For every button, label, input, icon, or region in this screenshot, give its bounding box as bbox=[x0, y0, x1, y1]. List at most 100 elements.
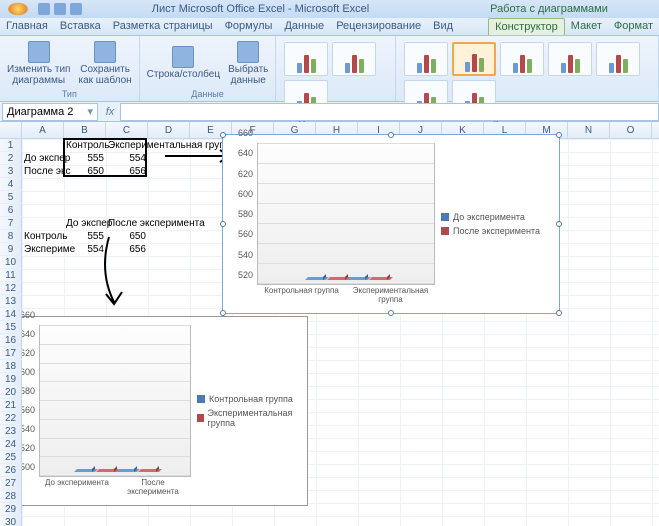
tab-home[interactable]: Главная bbox=[0, 18, 54, 35]
worksheet-grid[interactable]: ABCDEFGHIJKLMNO КонтрольЭкспериментальна… bbox=[0, 122, 659, 526]
switch-row-column-button[interactable]: Строка/столбец bbox=[144, 44, 223, 82]
column-header[interactable]: C bbox=[106, 122, 148, 138]
chevron-down-icon[interactable]: ▾ bbox=[87, 105, 93, 118]
cell[interactable]: Контроль bbox=[22, 230, 64, 243]
tab-data[interactable]: Данные bbox=[278, 18, 330, 35]
switch-rc-label: Строка/столбец bbox=[147, 69, 220, 80]
column-header[interactable]: O bbox=[610, 122, 652, 138]
row-header[interactable]: 1 bbox=[0, 139, 22, 152]
ribbon-group-type: Изменить тип диаграммы Сохранить как шаб… bbox=[0, 36, 140, 101]
row-header[interactable]: 10 bbox=[0, 256, 22, 269]
row-header[interactable]: 23 bbox=[0, 425, 22, 438]
row-header[interactable]: 3 bbox=[0, 165, 22, 178]
select-data-button[interactable]: Выбрать данные bbox=[225, 39, 271, 88]
tab-chart-layout[interactable]: Макет bbox=[565, 18, 608, 35]
cell[interactable]: 650 bbox=[64, 165, 106, 178]
style-option[interactable] bbox=[500, 42, 544, 76]
cell[interactable]: До экспер bbox=[64, 217, 106, 230]
style-option[interactable] bbox=[404, 42, 448, 76]
row-header[interactable]: 8 bbox=[0, 230, 22, 243]
legend-item[interactable]: Контрольная группа bbox=[197, 394, 301, 404]
row-header[interactable]: 20 bbox=[0, 386, 22, 399]
row-header[interactable]: 14 bbox=[0, 308, 22, 321]
column-header[interactable]: D bbox=[148, 122, 190, 138]
row-header[interactable]: 12 bbox=[0, 282, 22, 295]
chart-1-plot[interactable]: 520540560580600620640660Контрольная груп… bbox=[229, 143, 435, 305]
cell[interactable]: После экс bbox=[22, 165, 64, 178]
office-button[interactable] bbox=[8, 3, 28, 16]
style-option[interactable] bbox=[548, 42, 592, 76]
tab-chart-format[interactable]: Формат bbox=[608, 18, 659, 35]
layout-option[interactable] bbox=[332, 42, 376, 76]
row-header[interactable]: 7 bbox=[0, 217, 22, 230]
column-header[interactable]: A bbox=[22, 122, 64, 138]
row-header[interactable]: 18 bbox=[0, 360, 22, 373]
formula-input[interactable] bbox=[120, 103, 659, 121]
qat-undo-icon[interactable] bbox=[54, 3, 66, 15]
switch-rc-icon bbox=[172, 46, 194, 68]
tab-insert[interactable]: Вставка bbox=[54, 18, 107, 35]
tab-page-layout[interactable]: Разметка страницы bbox=[107, 18, 219, 35]
row-header[interactable]: 16 bbox=[0, 334, 22, 347]
cell[interactable]: 656 bbox=[106, 165, 148, 178]
legend-item[interactable]: Экспериментальная группа bbox=[197, 408, 301, 428]
embedded-chart-2[interactable]: 500520540560580600620640660До эксперимен… bbox=[4, 316, 308, 506]
row-header[interactable]: 30 bbox=[0, 516, 22, 526]
change-chart-type-button[interactable]: Изменить тип диаграммы bbox=[4, 39, 73, 88]
cell[interactable]: 650 bbox=[106, 230, 148, 243]
ribbon-group-layouts: Макеты диаграмм bbox=[276, 36, 396, 101]
row-header[interactable]: 4 bbox=[0, 178, 22, 191]
cell[interactable]: Экспериментальная группа bbox=[106, 139, 148, 152]
cell[interactable]: 656 bbox=[106, 243, 148, 256]
name-box[interactable]: Диаграмма 2 ▾ bbox=[2, 103, 98, 121]
row-header[interactable]: 6 bbox=[0, 204, 22, 217]
save-as-template-button[interactable]: Сохранить как шаблон bbox=[75, 39, 134, 88]
tab-chart-design[interactable]: Конструктор bbox=[488, 18, 565, 35]
row-header[interactable]: 21 bbox=[0, 399, 22, 412]
row-header[interactable]: 9 bbox=[0, 243, 22, 256]
tab-view[interactable]: Вид bbox=[427, 18, 459, 35]
cell[interactable]: 554 bbox=[106, 152, 148, 165]
cell[interactable]: 554 bbox=[64, 243, 106, 256]
cell[interactable]: 555 bbox=[64, 230, 106, 243]
row-header[interactable]: 29 bbox=[0, 503, 22, 516]
group-label-data: Данные bbox=[144, 88, 272, 99]
row-header[interactable]: 25 bbox=[0, 451, 22, 464]
row-header[interactable]: 19 bbox=[0, 373, 22, 386]
row-header[interactable]: 26 bbox=[0, 464, 22, 477]
cell[interactable]: До экспер bbox=[22, 152, 64, 165]
row-header[interactable]: 24 bbox=[0, 438, 22, 451]
chart-2-legend[interactable]: Контрольная группа Экспериментальная груп… bbox=[191, 325, 301, 497]
chart-1-legend[interactable]: До эксперимента После эксперимента bbox=[435, 143, 553, 305]
row-header[interactable]: 22 bbox=[0, 412, 22, 425]
cell[interactable]: 555 bbox=[64, 152, 106, 165]
tab-formulas[interactable]: Формулы bbox=[219, 18, 279, 35]
select-all-corner[interactable] bbox=[0, 122, 22, 138]
tab-review[interactable]: Рецензирование bbox=[330, 18, 427, 35]
row-header[interactable]: 28 bbox=[0, 490, 22, 503]
legend-item[interactable]: После эксперимента bbox=[441, 226, 553, 236]
select-data-label: Выбрать данные bbox=[228, 64, 268, 86]
qat-redo-icon[interactable] bbox=[70, 3, 82, 15]
style-option-selected[interactable] bbox=[452, 42, 496, 76]
row-header[interactable]: 11 bbox=[0, 269, 22, 282]
row-header[interactable]: 27 bbox=[0, 477, 22, 490]
cell[interactable]: Экспериме bbox=[22, 243, 64, 256]
row-header[interactable]: 5 bbox=[0, 191, 22, 204]
embedded-chart-1[interactable]: 520540560580600620640660Контрольная груп… bbox=[222, 134, 560, 314]
column-header[interactable]: N bbox=[568, 122, 610, 138]
chart-2-plot[interactable]: 500520540560580600620640660До эксперимен… bbox=[11, 325, 191, 497]
row-header[interactable]: 13 bbox=[0, 295, 22, 308]
row-header[interactable]: 15 bbox=[0, 321, 22, 334]
fx-icon[interactable]: fx bbox=[100, 106, 120, 118]
row-header[interactable]: 17 bbox=[0, 347, 22, 360]
legend-item[interactable]: До эксперимента bbox=[441, 212, 553, 222]
formula-bar: Диаграмма 2 ▾ fx bbox=[0, 102, 659, 122]
layout-option[interactable] bbox=[284, 42, 328, 76]
row-header[interactable]: 2 bbox=[0, 152, 22, 165]
cell[interactable]: Контроль bbox=[64, 139, 106, 152]
style-option[interactable] bbox=[596, 42, 640, 76]
cell[interactable]: После эксперимента bbox=[106, 217, 148, 230]
qat-save-icon[interactable] bbox=[38, 3, 50, 15]
column-header[interactable]: B bbox=[64, 122, 106, 138]
